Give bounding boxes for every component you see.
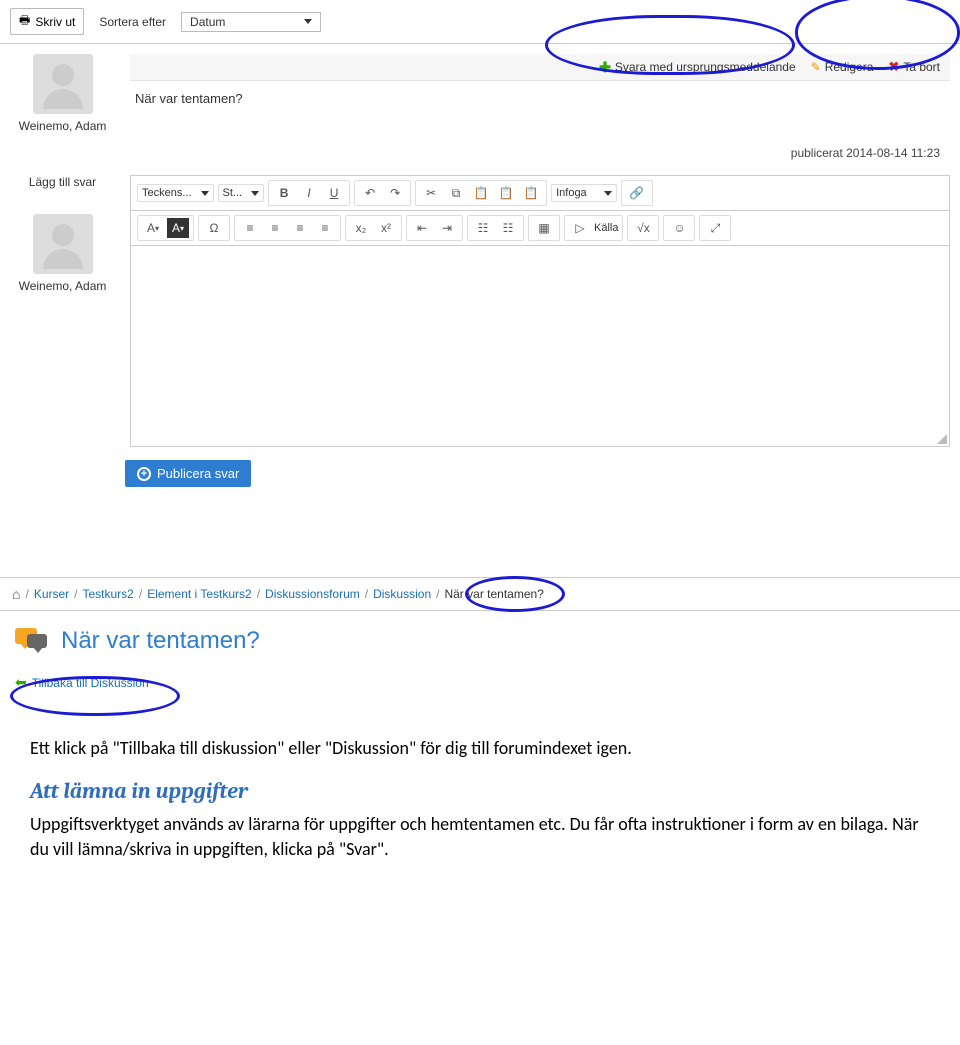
doc-paragraph-2: Uppgiftsverktyget används av lärarna för… [30,812,930,862]
delete-link[interactable]: ✖ Ta bort [888,59,940,75]
post-action-bar: ✚ Svara med ursprungsmeddelande ✎ Redige… [130,54,950,81]
source-button[interactable]: ▷Källa [564,215,623,241]
subscript-button[interactable]: x₂ [350,218,372,238]
home-icon[interactable]: ⌂ [12,586,20,602]
forum-post: Weinemo, Adam ✚ Svara med ursprungsmedde… [0,44,960,170]
publish-reply-button[interactable]: + Publicera svar [125,460,251,487]
delete-label: Ta bort [903,60,940,74]
undo-button[interactable]: ↶ [359,183,381,203]
pencil-icon: ✎ [811,60,821,74]
special-char-button[interactable]: Ω [203,218,225,238]
insert-select[interactable]: Infoga [551,184,617,202]
chevron-down-icon [604,191,612,196]
post-author-name: Weinemo, Adam [10,119,115,133]
editor-toolbar-row1: Teckens... St... B I U ↶ ↷ ✂ ⧉ 📋 📋 📋 [131,176,949,211]
reply-author-name: Weinemo, Adam [10,279,115,293]
fullscreen-button[interactable]: ⤢ [704,218,726,238]
thread-title: När var tentamen? [61,627,260,655]
align-right-button[interactable]: ≡ [289,218,311,238]
align-justify-button[interactable]: ≡ [314,218,336,238]
edit-label: Redigera [825,60,874,74]
avatar [33,54,93,114]
align-center-button[interactable]: ≡ [264,218,286,238]
rich-text-editor[interactable]: Teckens... St... B I U ↶ ↷ ✂ ⧉ 📋 📋 📋 [130,175,950,447]
link-button[interactable]: 🔗 [626,183,648,203]
paste-word-button[interactable]: 📋 [520,183,542,203]
copy-button[interactable]: ⧉ [445,183,467,203]
editor-textarea[interactable] [131,246,949,446]
crumb-diskussion[interactable]: Diskussion [373,587,431,601]
breadcrumb: ⌂ / Kurser / Testkurs2 / Element i Testk… [0,578,960,611]
document-text: Ett klick på "Tillbaka till diskussion" … [0,706,960,882]
reply-row: Lägg till svar Weinemo, Adam Teckens... … [0,170,960,452]
crumb-current: När var tentamen? [444,587,543,601]
source-icon: ▷ [569,218,591,238]
font-size-select[interactable]: St... [218,184,265,202]
underline-button[interactable]: U [323,183,345,203]
cut-button[interactable]: ✂ [420,183,442,203]
editor-toolbar-row2: A▾ A▾ Ω ≡ ≡ ≡ ≡ x₂ x² ⇤ ⇥ [131,211,949,246]
bg-color-button[interactable]: A▾ [167,218,189,238]
crumb-testkurs2[interactable]: Testkurs2 [83,587,134,601]
printer-icon: 🖶 [19,11,30,32]
post-author-col: Weinemo, Adam [10,54,115,165]
reply-with-original-link[interactable]: ✚ Svara med ursprungsmeddelande [599,59,796,75]
italic-button[interactable]: I [298,183,320,203]
paste-button[interactable]: 📋 [470,183,492,203]
print-label: Skriv ut [35,15,75,29]
thread-header: När var tentamen? [0,611,960,666]
align-left-button[interactable]: ≡ [239,218,261,238]
avatar [33,214,93,274]
crumb-kurser[interactable]: Kurser [34,587,69,601]
indent-button[interactable]: ⇥ [436,218,458,238]
chevron-down-icon [201,191,209,196]
font-family-select[interactable]: Teckens... [137,184,214,202]
resize-handle-icon[interactable] [937,434,947,444]
crumb-element[interactable]: Element i Testkurs2 [147,587,252,601]
reply-author-col: Lägg till svar Weinemo, Adam [10,175,115,447]
sort-select[interactable]: Datum [181,12,321,32]
edit-link[interactable]: ✎ Redigera [811,59,874,75]
doc-paragraph-1: Ett klick på "Tillbaka till diskussion" … [30,736,930,761]
back-label: Tillbaka till Diskussion [32,676,149,690]
text-color-button[interactable]: A▾ [142,218,164,238]
doc-heading: Att lämna in uppgifter [30,776,930,807]
plus-circle-icon: + [137,467,151,481]
equation-button[interactable]: √x [632,218,654,238]
bullet-list-button[interactable]: ☷ [497,218,519,238]
numbered-list-button[interactable]: ☷ [472,218,494,238]
sort-by-label: Sortera efter [99,15,166,29]
outdent-button[interactable]: ⇤ [411,218,433,238]
emoticon-button[interactable]: ☺ [668,218,690,238]
x-icon: ✖ [888,59,899,75]
back-to-discussion-link[interactable]: ⬅ Tillbaka till Diskussion [0,666,164,706]
reply-label: Lägg till svar [10,175,115,189]
chevron-down-icon [251,191,259,196]
crumb-diskussionsforum[interactable]: Diskussionsforum [265,587,360,601]
discussion-icon [15,626,51,656]
reply-original-label: Svara med ursprungsmeddelande [615,60,796,74]
plus-icon: ✚ [599,61,611,73]
paste-text-button[interactable]: 📋 [495,183,517,203]
superscript-button[interactable]: x² [375,218,397,238]
table-button[interactable]: ▦ [533,218,555,238]
sort-value: Datum [190,15,225,29]
redo-button[interactable]: ↷ [384,183,406,203]
arrow-left-icon: ⬅ [15,674,27,691]
chevron-down-icon [304,19,312,24]
print-button[interactable]: 🖶 Skriv ut [10,8,84,35]
post-published-meta: publicerat 2014-08-14 11:23 [130,116,950,165]
bold-button[interactable]: B [273,183,295,203]
publish-label: Publicera svar [157,466,239,481]
forum-toolbar: 🖶 Skriv ut Sortera efter Datum [0,0,960,44]
post-title: När var tentamen? [130,81,950,116]
